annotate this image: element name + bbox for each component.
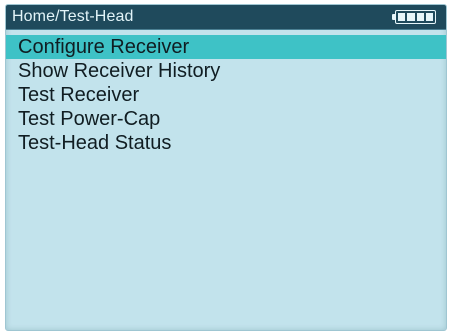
menu-item-show-receiver-history[interactable]: Show Receiver History: [6, 59, 446, 83]
battery-body: [395, 10, 436, 24]
battery-cell: [416, 13, 424, 21]
menu-item-configure-receiver[interactable]: Configure Receiver: [6, 35, 446, 59]
menu-item-test-head-status[interactable]: Test-Head Status: [6, 131, 446, 155]
menu-item-test-power-cap[interactable]: Test Power-Cap: [6, 107, 446, 131]
battery-cell: [425, 13, 433, 21]
title-bar: Home/Test-Head: [6, 5, 446, 30]
main-menu: Configure Receiver Show Receiver History…: [6, 35, 446, 155]
battery-cells: [398, 13, 433, 21]
breadcrumb[interactable]: Home/Test-Head: [12, 8, 133, 26]
device-screen: Home/Test-Head Configure Receiver Show R…: [5, 4, 447, 331]
battery-full-icon: [392, 10, 436, 24]
battery-cell: [407, 13, 415, 21]
battery-cell: [398, 13, 406, 21]
menu-item-test-receiver[interactable]: Test Receiver: [6, 83, 446, 107]
